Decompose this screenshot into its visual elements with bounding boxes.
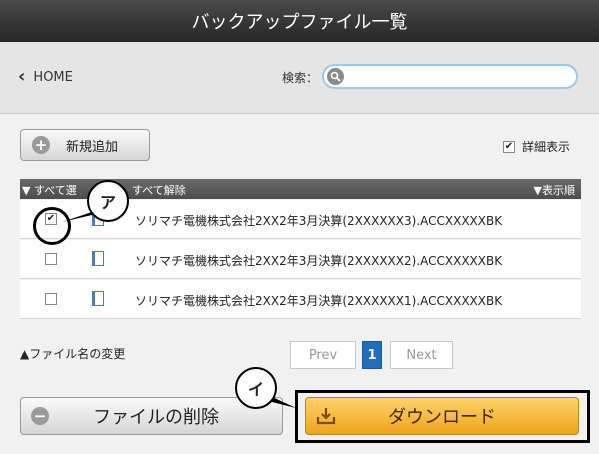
search-label: 検索： xyxy=(282,71,319,85)
file-icon xyxy=(92,291,104,306)
minus-icon: − xyxy=(31,407,49,425)
prev-page-button[interactable]: Prev xyxy=(290,341,356,369)
next-page-button[interactable]: Next xyxy=(390,341,453,369)
rename-file-link[interactable]: ▲ファイル名の変更 xyxy=(20,345,125,362)
file-row[interactable]: ソリマチ電機株式会社2XX2年3月決算(2XXXXXX1).ACCXXXXXBK xyxy=(20,280,581,319)
file-name: ソリマチ電機株式会社2XX2年3月決算(2XXXXXX3).ACCXXXXXBK xyxy=(135,214,503,228)
title-bar: バックアップファイル一覧 xyxy=(0,0,599,42)
sort-order-link[interactable]: ▼表示順 xyxy=(534,182,575,198)
current-page-indicator[interactable]: 1 xyxy=(362,341,382,369)
add-new-label: 新規追加 xyxy=(66,139,119,155)
content-area: + 新規追加 ✔ 詳細表示 ▼ すべて選 すべて解除 ▼表示順 ✔ ソリマチ電機… xyxy=(0,114,599,454)
detail-view-checkbox[interactable]: ✔ xyxy=(503,140,515,153)
detail-view-toggle[interactable]: ✔ 詳細表示 xyxy=(503,138,570,155)
clear-all-link[interactable]: すべて解除 xyxy=(132,182,186,198)
file-row[interactable]: ソリマチ電機株式会社2XX2年3月決算(2XXXXXX2).ACCXXXXXBK xyxy=(20,240,581,279)
file-icon xyxy=(92,251,104,266)
home-link[interactable]: ‹ HOME xyxy=(18,68,73,86)
file-checkbox[interactable] xyxy=(45,293,57,305)
nav-bar: ‹ HOME 検索： xyxy=(0,42,599,114)
search-input[interactable] xyxy=(322,64,578,89)
file-name: ソリマチ電機株式会社2XX2年3月決算(2XXXXXX1).ACCXXXXXBK xyxy=(135,294,503,308)
delete-file-label: ファイルの削除 xyxy=(93,407,219,428)
select-all-link[interactable]: ▼ すべて選 xyxy=(22,182,77,198)
checkbox-highlight-ring xyxy=(33,207,71,245)
chevron-left-icon: ‹ xyxy=(18,66,26,87)
page-title: バックアップファイル一覧 xyxy=(191,12,408,33)
plus-icon: + xyxy=(32,136,50,154)
callout-i: イ xyxy=(235,367,277,409)
download-label: ダウンロード xyxy=(388,407,496,428)
add-new-button[interactable]: + 新規追加 xyxy=(20,129,150,161)
file-checkbox[interactable] xyxy=(45,253,57,265)
callout-a: ア xyxy=(87,180,129,222)
detail-view-label: 詳細表示 xyxy=(522,140,571,154)
file-name: ソリマチ電機株式会社2XX2年3月決算(2XXXXXX2).ACCXXXXXBK xyxy=(135,254,503,268)
home-label: HOME xyxy=(33,69,73,85)
search-icon xyxy=(327,68,344,85)
download-button[interactable]: ダウンロード xyxy=(305,397,579,435)
